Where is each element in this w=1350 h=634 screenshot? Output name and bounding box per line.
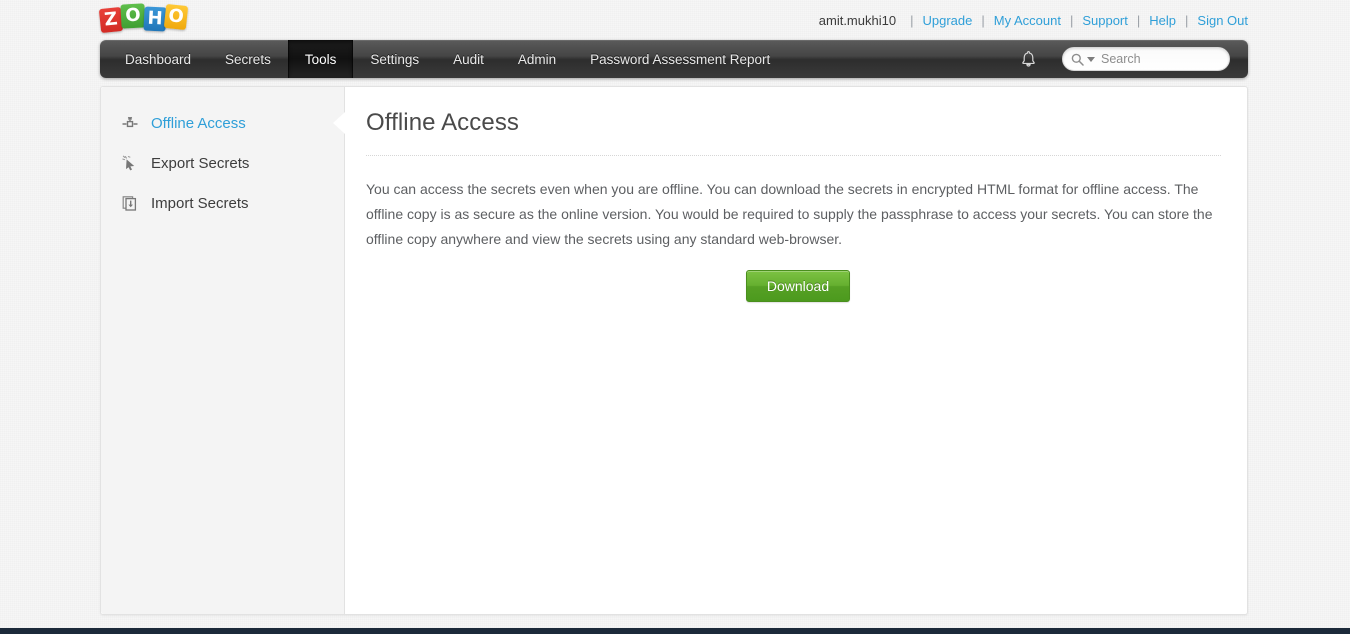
nav-item-password-assessment-report[interactable]: Password Assessment Report: [573, 40, 787, 78]
import-document-icon: [119, 194, 141, 212]
bell-icon: [1021, 50, 1035, 67]
link-separator: |: [910, 13, 914, 28]
username-label: amit.mukhi10: [818, 13, 897, 28]
offline-access-content: Offline Access You can access the secret…: [346, 87, 1247, 614]
content-panel: Offline Access Export Secrets Import Sec…: [100, 86, 1248, 615]
nav-label: Settings: [370, 51, 420, 67]
logo-tile-o1: O: [120, 3, 146, 29]
nav-label: Tools: [304, 51, 337, 67]
sidebar-item-label: Export Secrets: [151, 154, 250, 172]
search-icon: [1071, 53, 1084, 66]
nav-item-dashboard[interactable]: Dashboard: [108, 40, 208, 78]
sidebar-item-import-secrets[interactable]: Import Secrets: [101, 183, 344, 223]
nav-item-settings[interactable]: Settings: [353, 40, 436, 78]
sidebar-item-export-secrets[interactable]: Export Secrets: [101, 143, 344, 183]
sidebar-item-label: Offline Access: [151, 114, 246, 132]
help-link[interactable]: Help: [1147, 13, 1178, 28]
top-bar: Z O H O amit.mukhi10 | Upgrade | My Account |…: [0, 0, 1350, 40]
search-box[interactable]: [1062, 47, 1230, 71]
link-separator: |: [1136, 13, 1141, 28]
nav-label: Secrets: [225, 51, 271, 67]
export-cursor-icon: [119, 154, 141, 172]
link-separator: |: [1069, 13, 1074, 28]
sidebar-item-label: Import Secrets: [151, 194, 249, 212]
logo-tile-o2: O: [163, 3, 189, 31]
nav-label: Dashboard: [125, 51, 192, 67]
offline-access-description: You can access the secrets even when you…: [366, 181, 1213, 247]
link-separator: |: [981, 13, 985, 28]
nav-item-secrets[interactable]: Secrets: [208, 40, 288, 78]
active-item-pointer: [333, 112, 345, 134]
download-button-row: Download: [366, 270, 1230, 302]
footer-bar: [0, 628, 1350, 634]
my-account-link[interactable]: My Account: [992, 13, 1063, 28]
search-scope-chevron-down-icon[interactable]: [1087, 56, 1095, 62]
nav-item-list: Dashboard Secrets Tools Settings Audit A…: [108, 40, 787, 78]
notifications-button[interactable]: [1008, 40, 1048, 78]
nav-item-tools[interactable]: Tools: [287, 40, 354, 78]
tools-sidebar: Offline Access Export Secrets Import Sec…: [101, 87, 345, 614]
logo-tile-h: H: [143, 6, 167, 32]
link-separator: |: [1185, 13, 1189, 28]
account-links: amit.mukhi10 | Upgrade | My Account | Support |…: [819, 13, 1250, 28]
sign-out-link[interactable]: Sign Out: [1195, 13, 1250, 28]
download-button[interactable]: Download: [745, 270, 851, 302]
logo-tile-z: Z: [98, 6, 124, 34]
upgrade-link[interactable]: Upgrade: [920, 13, 974, 28]
title-divider: [366, 155, 1221, 156]
support-link[interactable]: Support: [1080, 13, 1130, 28]
nav-item-audit[interactable]: Audit: [436, 40, 501, 78]
page-title: Offline Access: [366, 109, 520, 136]
offline-access-icon: [119, 114, 141, 132]
sidebar-item-offline-access[interactable]: Offline Access: [101, 103, 345, 143]
zoho-logo[interactable]: Z O H O: [98, 3, 189, 35]
nav-label: Password Assessment Report: [590, 51, 771, 67]
nav-label: Admin: [517, 51, 557, 67]
search-input[interactable]: [1101, 52, 1219, 66]
nav-label: Audit: [453, 51, 484, 67]
main-navigation-bar: Dashboard Secrets Tools Settings Audit A…: [100, 40, 1248, 78]
nav-item-admin[interactable]: Admin: [501, 40, 573, 78]
